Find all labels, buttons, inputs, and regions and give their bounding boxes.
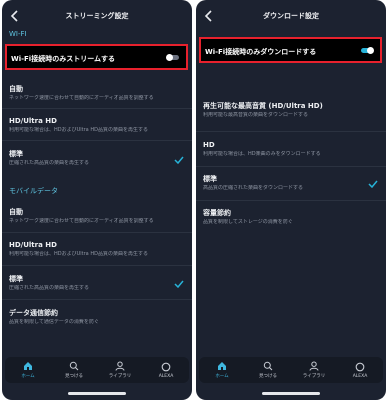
person-icon xyxy=(309,361,319,371)
search-icon xyxy=(263,361,273,371)
tab-search[interactable]: 見つける xyxy=(56,361,92,379)
section-label-wifi: WI-FI xyxy=(9,30,27,38)
tab-label: ALEXA xyxy=(158,373,174,379)
tab-label: ALEXA xyxy=(352,373,368,379)
alexa-icon xyxy=(355,362,365,371)
tab-search[interactable]: 見つける xyxy=(250,361,286,379)
option-row-selected[interactable]: 標準 圧縮された高品質の楽曲を再生する xyxy=(9,150,182,167)
option-description: ネットワーク速度に合わせて自動的にオーディオ品質を調整する xyxy=(9,218,154,224)
option-title: 自動 xyxy=(9,85,23,93)
divider xyxy=(2,108,192,109)
option-title: HD/Ultra HD xyxy=(9,241,57,249)
option-description: 利用可能な場合は、HDおよびUltra HD品質の楽曲を再生する xyxy=(9,127,148,133)
checkmark-icon xyxy=(174,156,184,164)
option-description: 利用可能な場合は、HDおよびUltra HD品質の楽曲を再生する xyxy=(9,251,148,257)
home-icon xyxy=(218,362,226,370)
divider xyxy=(196,166,386,167)
option-title: データ通信節約 xyxy=(9,309,58,317)
tab-label: ホーム xyxy=(215,374,229,379)
tab-library[interactable]: ライブラリ xyxy=(102,361,138,379)
section-label-mobile-data: モバイルデータ xyxy=(9,187,58,195)
page-title: ダウンロード設定 xyxy=(263,12,319,20)
wifi-only-download-toggle[interactable] xyxy=(361,47,374,54)
tab-label: 見つける xyxy=(259,374,277,379)
tab-label: ライブラリ xyxy=(108,374,132,379)
tab-home[interactable]: ホーム xyxy=(204,361,240,379)
option-row-selected[interactable]: 標準 高品質の圧縮された楽曲をダウンロードする xyxy=(203,175,376,192)
wifi-only-download-row[interactable]: Wi-Fi接続時のみダウンロードする xyxy=(199,37,382,63)
divider xyxy=(196,200,386,201)
option-description: 高品質の圧縮された楽曲をダウンロードする xyxy=(203,185,304,191)
header: ダウンロード設定 xyxy=(196,6,386,28)
tab-alexa[interactable]: ALEXA xyxy=(148,362,184,379)
divider xyxy=(2,232,192,233)
option-description: 品質を制限して通信データの消費を防ぐ xyxy=(9,319,99,325)
person-icon xyxy=(115,361,125,371)
option-title: HD/Ultra HD xyxy=(9,117,57,125)
streaming-settings-screen: ストリーミング設定 WI-FI Wi-Fi接続時のみストリームする 自動 ネット… xyxy=(2,0,192,400)
tab-label: ライブラリ xyxy=(302,374,326,379)
option-description: 圧縮された高品質の楽曲を再生する xyxy=(9,285,90,291)
option-title: 標準 xyxy=(9,150,23,158)
divider xyxy=(2,265,192,266)
home-indicator[interactable] xyxy=(262,392,320,395)
tab-label: 見つける xyxy=(65,374,83,379)
option-row-selected[interactable]: 標準 圧縮された高品質の楽曲を再生する xyxy=(9,275,182,292)
divider xyxy=(2,299,192,300)
option-row[interactable]: HD 利用可能な場合は、HD楽曲のみをダウンロードする xyxy=(203,141,376,158)
option-row[interactable]: 自動 ネットワーク速度に合わせて自動的にオーディオ品質を調整する xyxy=(9,85,182,102)
option-title: 自動 xyxy=(9,208,23,216)
option-row[interactable]: HD/Ultra HD 利用可能な場合は、HDおよびUltra HD品質の楽曲を… xyxy=(9,241,182,258)
tab-alexa[interactable]: ALEXA xyxy=(342,362,378,379)
checkmark-icon xyxy=(174,280,184,288)
header: ストリーミング設定 xyxy=(2,6,192,28)
option-title: 標準 xyxy=(203,175,217,183)
divider xyxy=(2,140,192,141)
wifi-only-download-label: Wi-Fi接続時のみダウンロードする xyxy=(205,48,317,56)
checkmark-icon xyxy=(368,180,378,188)
option-title: 標準 xyxy=(9,275,23,283)
option-description: 圧縮された高品質の楽曲を再生する xyxy=(9,160,90,166)
option-row[interactable]: データ通信節約 品質を制限して通信データの消費を防ぐ xyxy=(9,309,182,326)
option-row[interactable]: HD/Ultra HD 利用可能な場合は、HDおよびUltra HD品質の楽曲を… xyxy=(9,117,182,134)
tab-label: ホーム xyxy=(21,374,35,379)
home-indicator[interactable] xyxy=(68,392,126,395)
option-description: 利用可能な場合は、HD楽曲のみをダウンロードする xyxy=(203,151,321,157)
option-row[interactable]: 再生可能な最高音質 (HD/Ultra HD) 利用可能な最高音質の楽曲をダウン… xyxy=(203,102,376,119)
option-description: 利用可能な最高音質の楽曲をダウンロードする xyxy=(203,112,309,118)
search-icon xyxy=(69,361,79,371)
option-title: 再生可能な最高音質 (HD/Ultra HD) xyxy=(203,102,323,110)
option-row[interactable]: 容量節約 品質を制限してストレージの消費を防ぐ xyxy=(203,209,376,226)
wifi-only-stream-row[interactable]: Wi-Fi接続時のみストリームする xyxy=(5,44,188,70)
wifi-only-stream-label: Wi-Fi接続時のみストリームする xyxy=(11,55,115,63)
option-description: ネットワーク速度に合わせて自動的にオーディオ品質を調整する xyxy=(9,95,154,101)
option-description: 品質を制限してストレージの消費を防ぐ xyxy=(203,219,293,225)
option-title: 容量節約 xyxy=(203,209,231,217)
page-title: ストリーミング設定 xyxy=(65,12,129,20)
wifi-only-stream-toggle[interactable] xyxy=(166,54,179,61)
tab-library[interactable]: ライブラリ xyxy=(296,361,332,379)
tab-home[interactable]: ホーム xyxy=(10,361,46,379)
bottom-tab-bar: ホーム 見つける ライブラリ ALEXA xyxy=(5,357,189,383)
bottom-tab-bar: ホーム 見つける ライブラリ ALEXA xyxy=(199,357,383,383)
option-title: HD xyxy=(203,141,215,149)
alexa-icon xyxy=(161,362,171,371)
home-icon xyxy=(24,362,32,370)
divider xyxy=(196,131,386,132)
option-row[interactable]: 自動 ネットワーク速度に合わせて自動的にオーディオ品質を調整する xyxy=(9,208,182,225)
download-settings-screen: ダウンロード設定 Wi-Fi接続時のみダウンロードする 再生可能な最高音質 (H… xyxy=(196,0,386,400)
